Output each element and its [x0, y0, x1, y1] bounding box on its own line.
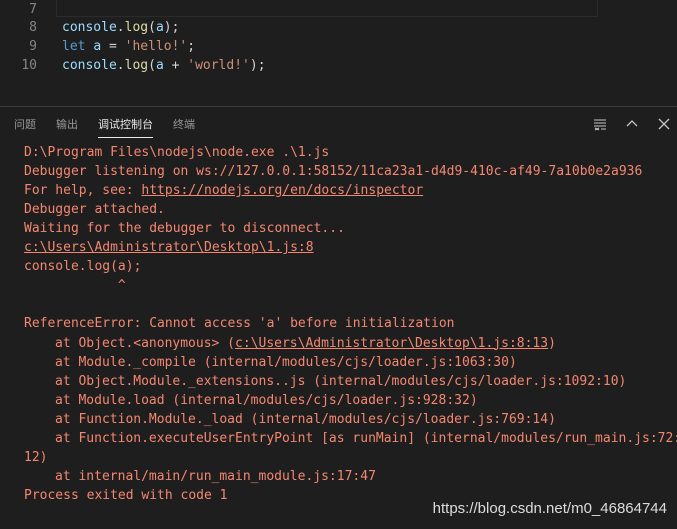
console-line: at Function.Module._load (internal/modul…: [55, 410, 556, 429]
code-token: ;: [187, 39, 196, 54]
console-line: D:\Program Files\nodejs\node.exe .\1.js: [24, 143, 329, 162]
code-token: (: [148, 20, 156, 35]
console-line: Waiting for the debugger to disconnect..…: [24, 219, 345, 238]
code-token: 'world!': [187, 58, 250, 73]
console-text: at Module._compile (internal/modules/cjs…: [55, 354, 517, 370]
code-token: .: [116, 58, 125, 73]
console-text: ReferenceError: Cannot access 'a' before…: [24, 316, 455, 332]
code-line[interactable]: 9 let a = 'hello!';: [0, 37, 677, 56]
console-line: For help, see: https://nodejs.org/en/doc…: [24, 181, 423, 200]
console-text: at Function.executeUserEntryPoint [as ru…: [55, 430, 677, 446]
console-text: at Function.Module._load (internal/modul…: [55, 411, 556, 427]
line-number: 9: [29, 39, 37, 54]
console-line: at Module._compile (internal/modules/cjs…: [55, 353, 517, 372]
line-number: 8: [29, 20, 37, 35]
console-line: Debugger listening on ws://127.0.0.1:581…: [24, 162, 642, 181]
console-line: Debugger attached.: [24, 200, 165, 219]
console-text: ^: [24, 278, 126, 294]
tab-problems[interactable]: 问题: [14, 118, 36, 138]
debug-console-output[interactable]: D:\Program Files\nodejs\node.exe .\1.js D…: [0, 141, 677, 529]
code-token: console: [62, 58, 117, 73]
code-token: let: [62, 39, 86, 54]
code-token: );: [249, 58, 266, 73]
console-text: Debugger attached.: [24, 202, 165, 218]
console-line: c:\Users\Administrator\Desktop\1.js:8: [24, 238, 314, 257]
console-line: ^: [24, 276, 126, 295]
console-text: console.log(a);: [24, 259, 142, 275]
line-number: 10: [21, 58, 37, 73]
console-line: console.log(a);: [24, 257, 141, 276]
console-line: at Function.executeUserEntryPoint [as ru…: [55, 429, 677, 448]
code-token: console: [62, 20, 117, 35]
console-line: at internal/main/run_main_module.js:17:4…: [55, 467, 376, 486]
code-line[interactable]: 10 console.log(a + 'world!');: [0, 56, 677, 75]
code-text: let a = 'hello!';: [62, 37, 195, 56]
console-link[interactable]: c:\Users\Administrator\Desktop\1.js:8:13: [235, 336, 548, 351]
chevron-up-icon[interactable]: [624, 116, 640, 132]
tab-terminal[interactable]: 终端: [173, 118, 195, 138]
console-text: at Object.Module._extensions..js (intern…: [55, 373, 627, 389]
console-line: Process exited with code 1: [24, 486, 228, 505]
console-line: ReferenceError: Cannot access 'a' before…: [24, 314, 454, 333]
line-number: 7: [29, 2, 37, 17]
console-text: 12): [24, 449, 48, 465]
console-text: Waiting for the debugger to disconnect..…: [24, 221, 345, 237]
console-link[interactable]: https://nodejs.org/en/docs/inspector: [141, 183, 423, 198]
list-filter-icon[interactable]: [592, 116, 608, 132]
console-line: 12): [24, 448, 47, 467]
code-token: a: [155, 20, 164, 35]
code-token: a: [93, 39, 102, 54]
code-token: .: [116, 20, 125, 35]
console-text: For help, see:: [24, 183, 142, 199]
current-line-highlight: [56, 0, 598, 17]
tab-debug-console[interactable]: 调试控制台: [98, 118, 153, 138]
code-token: log: [124, 20, 149, 35]
code-token: a: [155, 58, 164, 73]
code-line[interactable]: 8 console.log(a);: [0, 18, 677, 37]
code-line[interactable]: 7: [0, 0, 677, 19]
watermark: https://blog.csdn.net/m0_46864744: [432, 500, 667, 517]
tab-output[interactable]: 输出: [56, 118, 78, 138]
close-icon[interactable]: [656, 116, 672, 132]
console-text: at Module.load (internal/modules/cjs/loa…: [55, 392, 478, 408]
console-link[interactable]: c:\Users\Administrator\Desktop\1.js:8: [24, 240, 314, 255]
console-line: at Module.load (internal/modules/cjs/loa…: [55, 391, 478, 410]
console-text: Debugger listening on ws://127.0.0.1:581…: [24, 164, 643, 180]
console-text: ): [548, 335, 556, 351]
console-line: at Object.Module._extensions..js (intern…: [55, 372, 626, 391]
code-token: +: [163, 58, 188, 73]
code-text: console.log(a);: [62, 18, 179, 37]
code-token: );: [163, 20, 180, 35]
console-text: D:\Program Files\nodejs\node.exe .\1.js: [24, 145, 330, 160]
code-editor[interactable]: 7 8 console.log(a); 9 let a = 'hello!'; 10 con…: [0, 0, 677, 106]
code-token: (: [148, 58, 156, 73]
code-token: 'hello!': [124, 39, 188, 54]
code-token: log: [124, 58, 149, 73]
console-text: at internal/main/run_main_module.js:17:4…: [55, 468, 376, 484]
code-text: console.log(a + 'world!');: [62, 56, 266, 75]
console-text: at Object.<anonymous> (: [55, 335, 236, 351]
console-line: at Object.<anonymous> (c:\Users\Administ…: [55, 334, 556, 353]
console-text: Process exited with code 1: [24, 487, 228, 503]
panel-header: 问题 输出 调试控制台 终端: [0, 107, 677, 141]
code-token: =: [101, 39, 125, 54]
